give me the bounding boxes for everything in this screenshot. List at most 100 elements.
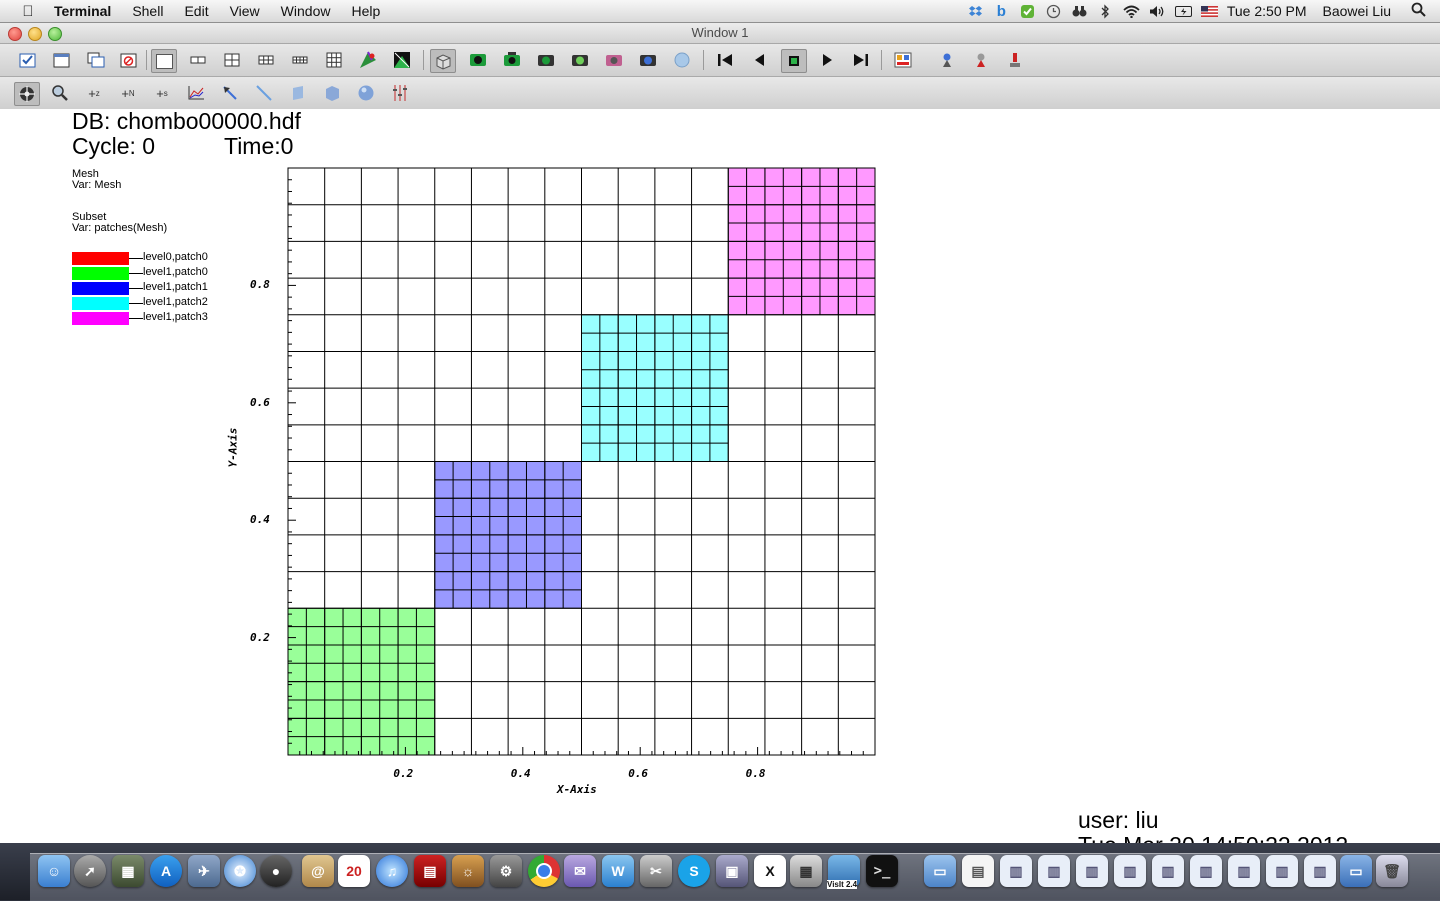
draw-plots-icon[interactable] (16, 49, 40, 71)
window-thumbnail-icon[interactable]: ▥ (1304, 855, 1336, 887)
pick-icon[interactable] (935, 49, 959, 71)
camera-blue-icon[interactable] (636, 49, 660, 71)
apple-menu-icon[interactable]:  (18, 3, 38, 20)
visit-icon[interactable]: VisIt 2.4 (827, 855, 860, 889)
facetime-icon[interactable]: ● (260, 855, 292, 887)
window-thumbnail-icon[interactable]: ▥ (1000, 855, 1032, 887)
delete-window-icon[interactable] (117, 49, 141, 71)
window-thumbnail-icon[interactable]: ▥ (1152, 855, 1184, 887)
us-flag-icon[interactable] (1200, 4, 1218, 19)
layout-1x2-icon[interactable] (186, 49, 210, 71)
layout-3x3-icon[interactable] (322, 49, 346, 71)
layout-2x3-icon[interactable] (254, 49, 278, 71)
menu-app-name[interactable]: Terminal (54, 3, 111, 19)
menu-edit[interactable]: Edit (184, 3, 208, 19)
iphoto-icon[interactable]: ☼ (452, 855, 484, 887)
box-tool-icon[interactable] (320, 82, 344, 104)
reverse-play-icon[interactable] (747, 49, 771, 71)
photo-booth-icon[interactable]: ▤ (414, 855, 446, 887)
camera-green-4-icon[interactable] (568, 49, 592, 71)
trash-icon[interactable]: 🗑 (1376, 855, 1408, 887)
finder-icon[interactable]: ☺ (38, 855, 70, 887)
layout-2x2-icon[interactable] (220, 49, 244, 71)
mail-stamp-icon[interactable]: ✈ (188, 855, 220, 887)
safari-icon[interactable]: ✪ (224, 855, 256, 887)
window-thumbnail-icon[interactable]: ▥ (1114, 855, 1146, 887)
lineout-icon[interactable] (969, 49, 993, 71)
plane-tool-icon[interactable] (286, 82, 310, 104)
forward-step-icon[interactable] (849, 49, 873, 71)
camera-green-3-icon[interactable] (534, 49, 558, 71)
calendar-icon[interactable]: 20 (338, 855, 370, 887)
camera-green-2-icon[interactable] (500, 49, 524, 71)
address-book-icon[interactable]: @ (302, 855, 334, 887)
binoculars-icon[interactable] (1071, 4, 1088, 19)
skype-icon[interactable]: S (678, 855, 710, 887)
lineout-plot-icon[interactable] (184, 82, 208, 104)
lock-view-icon[interactable] (670, 49, 694, 71)
menu-shell[interactable]: Shell (132, 3, 163, 19)
query-icon[interactable] (1003, 49, 1027, 71)
node-pick-icon[interactable]: + N (116, 82, 140, 104)
clone-window-icon[interactable] (84, 49, 108, 71)
navigate-compass-icon[interactable] (14, 82, 40, 106)
window-thumbnail-icon[interactable]: ▥ (1266, 855, 1298, 887)
app-store-icon[interactable]: A (150, 855, 182, 887)
word-icon[interactable]: W (602, 855, 634, 887)
menu-window[interactable]: Window (281, 3, 331, 19)
window-zoom-button[interactable] (48, 27, 62, 41)
camera-pink-icon[interactable] (602, 49, 626, 71)
pointer-tool-icon[interactable] (218, 82, 242, 104)
zone-pick-icon[interactable]: + z (82, 82, 106, 104)
menubar-clock[interactable]: Tue 2:50 PM (1227, 3, 1307, 19)
system-preferences-icon[interactable]: ⚙ (490, 855, 522, 887)
preview-icon[interactable]: ▣ (716, 855, 748, 887)
layout-1x1-icon[interactable] (151, 49, 177, 73)
evernote-check-icon[interactable] (1019, 4, 1036, 19)
line-tool-icon[interactable] (252, 82, 276, 104)
spotlight-search-icon[interactable] (1411, 2, 1426, 21)
folder-icon[interactable]: ▭ (924, 855, 956, 887)
new-window-icon[interactable] (50, 49, 74, 71)
dropbox-icon[interactable] (967, 4, 984, 19)
visualization-area[interactable]: DB: chombo00000.hdf Cycle: 0 Time:0 Mesh… (0, 108, 1440, 858)
dashboard-icon[interactable]: ▦ (112, 855, 144, 887)
reverse-step-icon[interactable] (713, 49, 737, 71)
x11-icon[interactable]: X (754, 855, 786, 887)
window-minimize-button[interactable] (28, 27, 42, 41)
sphere-tool-icon[interactable] (354, 82, 378, 104)
itunes-icon[interactable]: ♫ (376, 855, 408, 887)
play-icon[interactable] (815, 49, 839, 71)
battery-icon[interactable] (1174, 4, 1192, 19)
document-icon[interactable]: ▤ (962, 855, 994, 887)
mail-icon[interactable]: ✉ (564, 855, 596, 887)
window-thumbnail-icon[interactable]: ▥ (1076, 855, 1108, 887)
spreadsheet-pick-icon[interactable]: + s (150, 82, 174, 104)
mesh-plot-icon[interactable] (356, 49, 380, 71)
axis-restrict-icon[interactable] (388, 82, 412, 104)
menu-view[interactable]: View (230, 3, 260, 19)
menu-help[interactable]: Help (351, 3, 380, 19)
camera-green-1-icon[interactable] (466, 49, 490, 71)
zoom-icon[interactable] (48, 82, 72, 104)
3d-box-icon[interactable] (430, 49, 456, 73)
stop-icon[interactable] (781, 49, 807, 73)
calculator-icon[interactable]: ▦ (790, 855, 822, 887)
chrome-icon[interactable] (528, 855, 560, 887)
utilities-icon[interactable]: ✂ (640, 855, 672, 887)
mesh-plot[interactable] (280, 164, 882, 764)
window-titlebar[interactable]: Window 1 (0, 23, 1440, 44)
window-thumbnail-icon[interactable]: ▥ (1190, 855, 1222, 887)
bitly-icon[interactable]: b (993, 3, 1010, 20)
annotation-icon[interactable] (891, 49, 915, 71)
window-close-button[interactable] (8, 27, 22, 41)
window-thumbnail-icon[interactable]: ▥ (1228, 855, 1260, 887)
screen-thumbnail-icon[interactable]: ▭ (1340, 855, 1372, 887)
terminal-icon[interactable]: >_ (866, 855, 898, 887)
volume-icon[interactable] (1149, 4, 1166, 19)
menubar-user[interactable]: Baowei Liu (1323, 3, 1392, 19)
bluetooth-icon[interactable] (1097, 3, 1114, 19)
launchpad-icon[interactable]: ➚ (74, 855, 106, 887)
wifi-icon[interactable] (1123, 4, 1140, 19)
layout-2x4-icon[interactable] (288, 49, 312, 71)
